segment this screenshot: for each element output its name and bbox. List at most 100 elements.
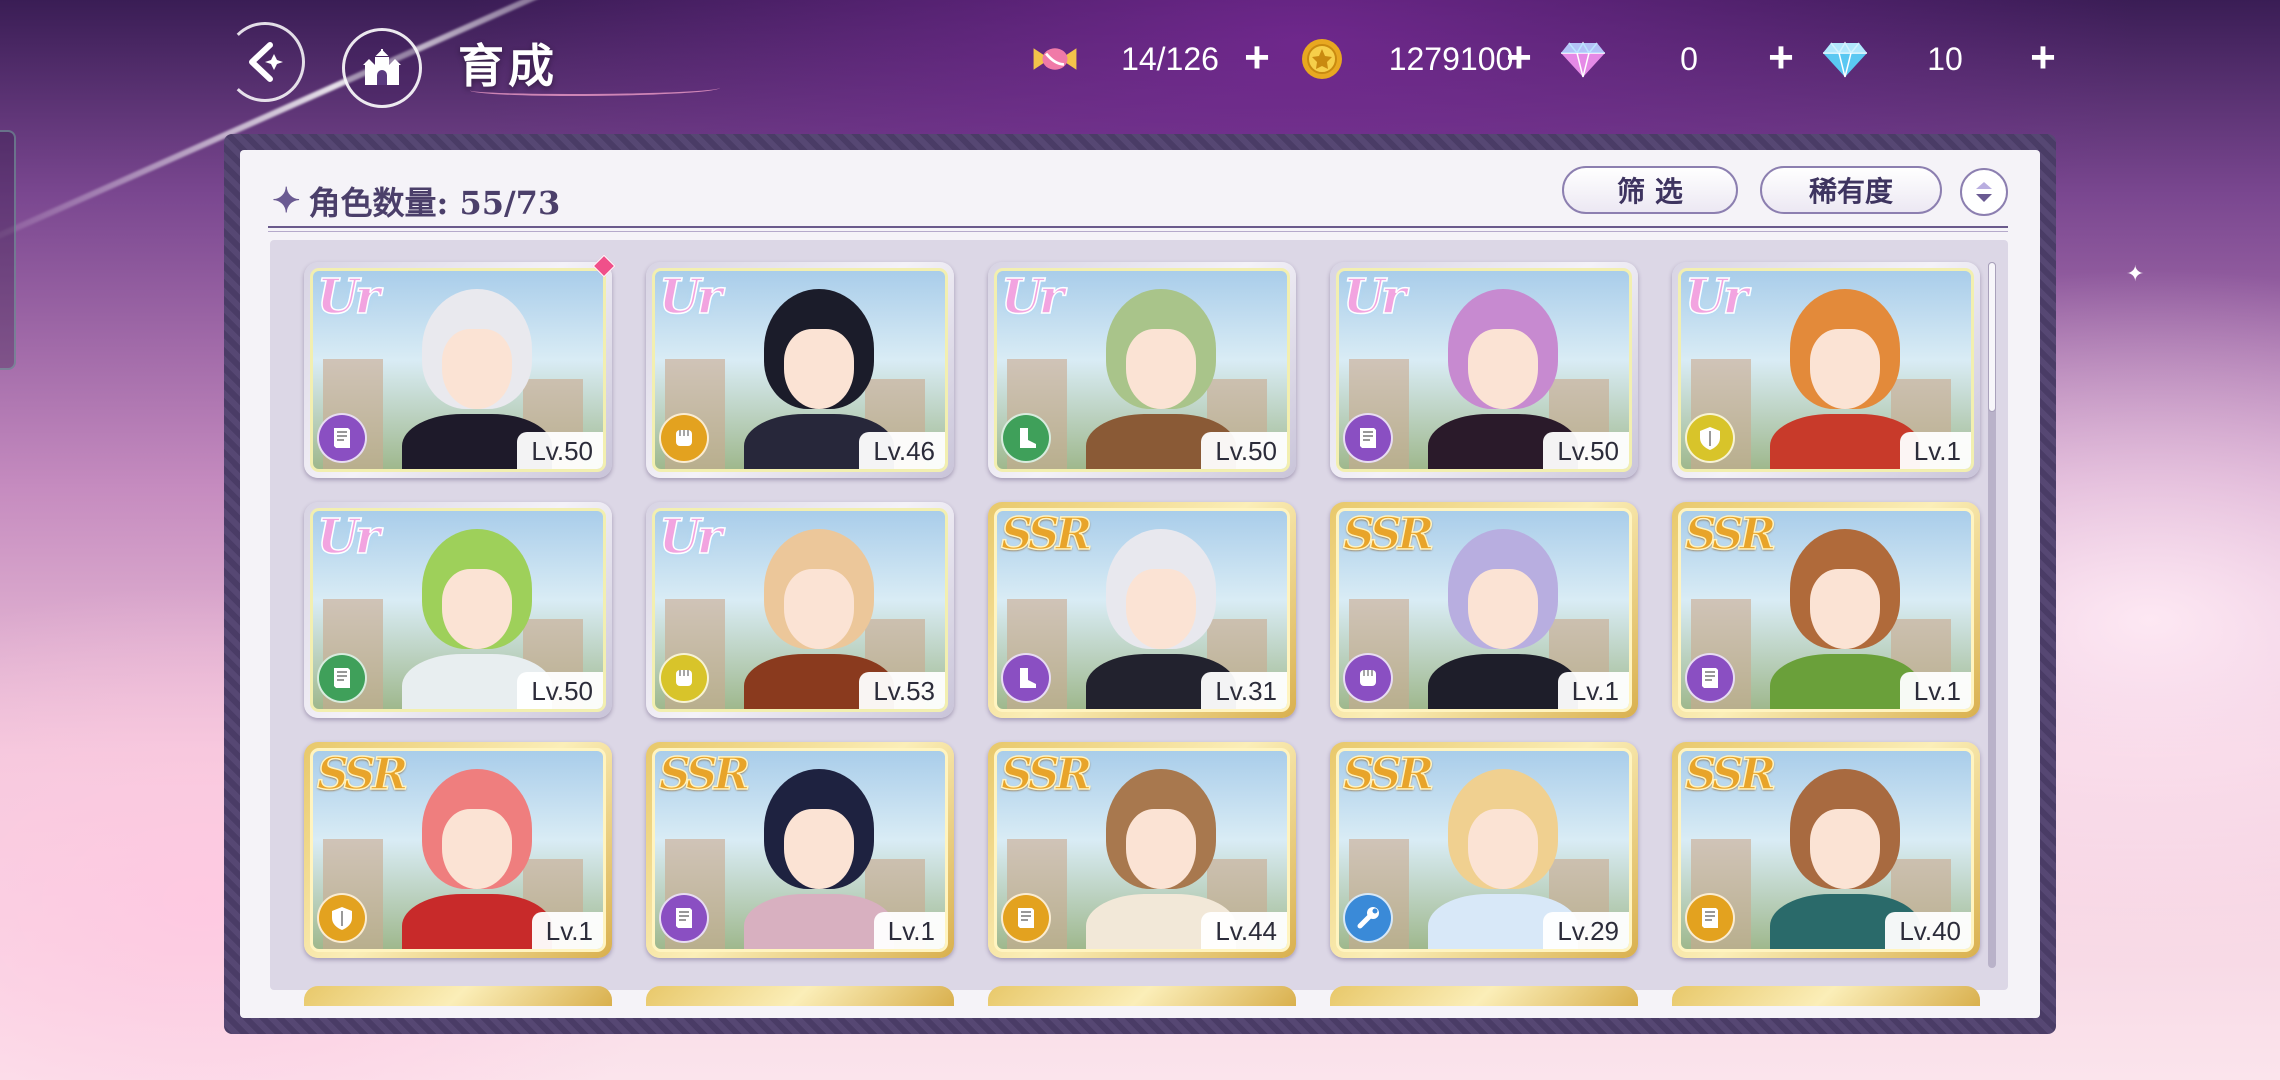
- level-label: Lv.53: [859, 672, 945, 709]
- character-card[interactable]: Ur Lv.46: [646, 262, 954, 478]
- back-button[interactable]: [225, 22, 305, 102]
- level-label: Lv.50: [517, 432, 603, 469]
- rarity-label: Ur: [1000, 269, 1065, 326]
- title-flourish: [470, 82, 720, 96]
- level-label: Lv.1: [873, 912, 945, 949]
- level-label: Lv.50: [1201, 432, 1287, 469]
- candy-counter: 14/126: [1030, 34, 1240, 84]
- character-count-text: 角色数量: 55/73: [308, 184, 561, 222]
- level-label: Lv.1: [1899, 432, 1971, 469]
- book-class-icon: [317, 413, 367, 463]
- sort-rarity-button[interactable]: 稀有度: [1760, 166, 1942, 214]
- level-label: Lv.46: [859, 432, 945, 469]
- rarity-label: SSR: [1000, 749, 1093, 801]
- pink-gem-icon: [1558, 34, 1608, 84]
- character-card[interactable]: Ur Lv.50: [304, 502, 612, 718]
- blue-gem-icon: [1820, 34, 1870, 84]
- book-class-icon: [317, 653, 367, 703]
- character-count: ✦ 角色数量: 55/73: [272, 178, 560, 224]
- rarity-label: SSR: [1342, 749, 1435, 801]
- scrollbar-thumb[interactable]: [1988, 262, 1996, 412]
- character-card[interactable]: SSR Lv.1: [304, 742, 612, 958]
- character-card-partial[interactable]: [988, 986, 1296, 1006]
- pink-gem-value: 0: [1680, 40, 1698, 77]
- candy-icon: [1030, 34, 1080, 84]
- level-label: Lv.1: [531, 912, 603, 949]
- wrench-class-icon: [1343, 893, 1393, 943]
- character-art: Ur Lv.50: [310, 508, 606, 712]
- character-card-partial[interactable]: [1672, 986, 1980, 1006]
- book-class-icon: [1685, 893, 1735, 943]
- rarity-label: SSR: [316, 749, 409, 801]
- rarity-label: Ur: [1342, 269, 1407, 326]
- character-card[interactable]: SSR Lv.1: [1330, 502, 1638, 718]
- rarity-label: SSR: [1342, 509, 1435, 561]
- character-art: SSR Lv.1: [652, 748, 948, 952]
- book-class-icon: [1685, 653, 1735, 703]
- sort-order-button[interactable]: [1960, 168, 2008, 216]
- character-card[interactable]: Ur Lv.50: [988, 262, 1296, 478]
- star-icon: ✦: [272, 181, 301, 221]
- rarity-label: SSR: [658, 749, 751, 801]
- level-label: Lv.44: [1201, 912, 1287, 949]
- character-card[interactable]: SSR Lv.40: [1672, 742, 1980, 958]
- character-art: SSR Lv.1: [1678, 508, 1974, 712]
- fist-class-icon: [659, 653, 709, 703]
- character-card[interactable]: Ur Lv.50: [304, 262, 612, 478]
- blue-gem-value: 10: [1927, 40, 1963, 77]
- add-pink-gem-button[interactable]: +: [1761, 36, 1801, 80]
- character-card[interactable]: SSR Lv.31: [988, 502, 1296, 718]
- character-card[interactable]: Ur Lv.50: [1330, 262, 1638, 478]
- level-label: Lv.50: [1543, 432, 1629, 469]
- character-art: SSR Lv.1: [1336, 508, 1632, 712]
- boot-class-icon: [1001, 653, 1051, 703]
- character-card-partial[interactable]: [1330, 986, 1638, 1006]
- header-divider: [268, 226, 2008, 232]
- character-card-partial[interactable]: [646, 986, 954, 1006]
- side-drawer-handle[interactable]: [0, 130, 16, 370]
- level-label: Lv.40: [1885, 912, 1971, 949]
- character-card-partial[interactable]: [304, 986, 612, 1006]
- character-card[interactable]: SSR Lv.1: [646, 742, 954, 958]
- rarity-label: SSR: [1000, 509, 1093, 561]
- candy-value: 14/126: [1121, 40, 1219, 77]
- character-card[interactable]: SSR Lv.1: [1672, 502, 1980, 718]
- back-arrow-icon: [249, 42, 283, 82]
- add-candy-button[interactable]: +: [1237, 36, 1277, 80]
- level-label: Lv.31: [1201, 672, 1287, 709]
- level-label: Lv.1: [1557, 672, 1629, 709]
- filter-button[interactable]: 筛 选: [1562, 166, 1738, 214]
- home-button[interactable]: [342, 28, 422, 108]
- character-art: SSR Lv.40: [1678, 748, 1974, 952]
- castle-icon: [363, 49, 401, 85]
- add-blue-gem-button[interactable]: +: [2023, 36, 2063, 80]
- rarity-label: Ur: [1684, 269, 1749, 326]
- sparkle-icon: ✦: [2126, 262, 2145, 287]
- level-label: Lv.50: [517, 672, 603, 709]
- rarity-label: Ur: [316, 509, 381, 566]
- rarity-label: SSR: [1684, 749, 1777, 801]
- rarity-label: Ur: [316, 269, 381, 326]
- character-card[interactable]: Ur Lv.1: [1672, 262, 1980, 478]
- sort-direction-icon: [1976, 182, 1992, 202]
- rarity-label: Ur: [658, 269, 723, 326]
- book-class-icon: [1001, 893, 1051, 943]
- character-card[interactable]: Ur Lv.53: [646, 502, 954, 718]
- add-coin-button[interactable]: +: [1499, 36, 1539, 80]
- character-art: SSR Lv.1: [310, 748, 606, 952]
- character-card[interactable]: SSR Lv.44: [988, 742, 1296, 958]
- fist-class-icon: [659, 413, 709, 463]
- character-card[interactable]: SSR Lv.29: [1330, 742, 1638, 958]
- shield-class-icon: [1685, 413, 1735, 463]
- blue-gem-counter: 10: [1820, 34, 2020, 84]
- rarity-label: Ur: [658, 509, 723, 566]
- character-art: Ur Lv.50: [994, 268, 1290, 472]
- shield-class-icon: [317, 893, 367, 943]
- coin-icon: [1297, 34, 1347, 84]
- pink-gem-counter: 0: [1558, 34, 1764, 84]
- character-art: SSR Lv.29: [1336, 748, 1632, 952]
- book-class-icon: [659, 893, 709, 943]
- book-class-icon: [1343, 413, 1393, 463]
- fist-class-icon: [1343, 653, 1393, 703]
- level-label: Lv.1: [1899, 672, 1971, 709]
